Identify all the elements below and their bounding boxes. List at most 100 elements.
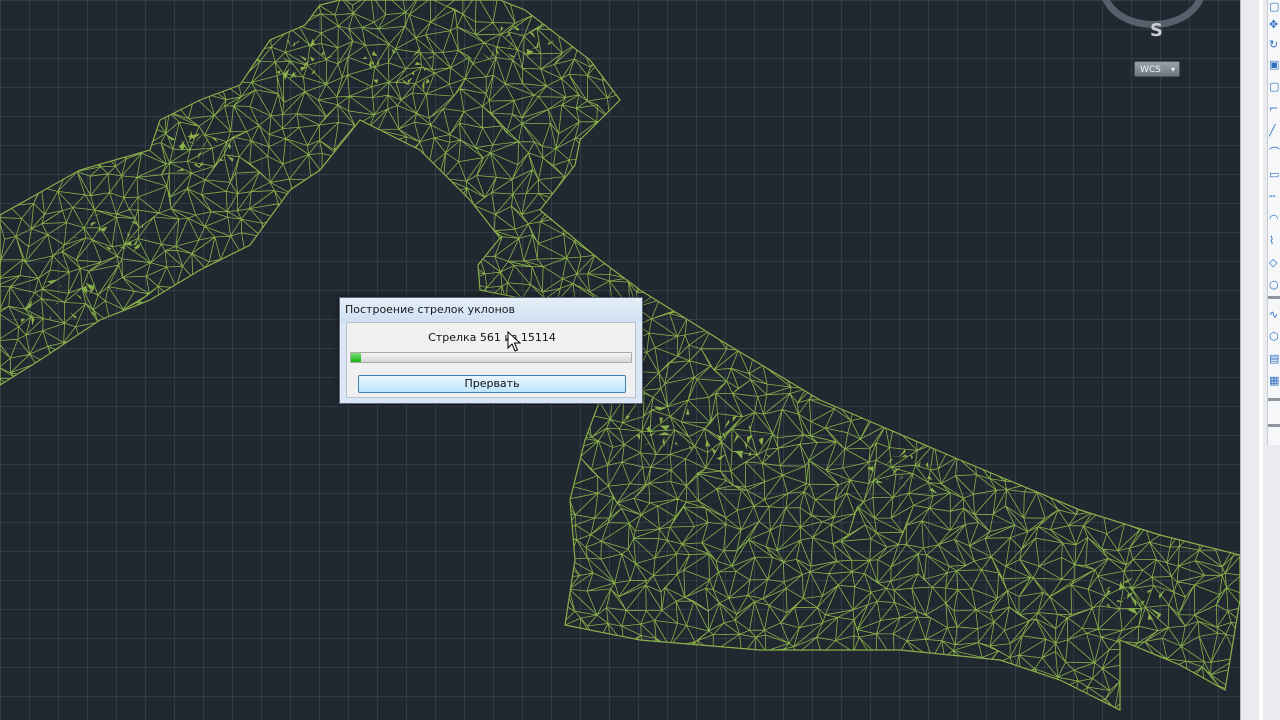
mesh-dense-cluster	[724, 419, 730, 429]
mesh-dense-cluster	[1105, 604, 1111, 609]
mesh-dense-cluster	[658, 431, 672, 436]
polygon-icon[interactable]: ╌	[1269, 190, 1280, 204]
dimension-icon[interactable]: ▭	[1269, 168, 1280, 182]
mesh-dense-cluster	[748, 440, 750, 446]
mesh-dense-cluster	[685, 438, 692, 448]
mesh-dense-cluster	[866, 466, 874, 472]
rectangle-icon[interactable]: ╱	[1269, 124, 1280, 138]
chevron-down-icon: ▾	[1170, 65, 1175, 74]
mesh-dense-cluster	[659, 425, 671, 431]
mesh-dense-cluster	[876, 479, 884, 483]
mesh-dense-cluster	[165, 133, 176, 141]
mesh-dense-cluster	[705, 439, 711, 447]
abort-button[interactable]: Прервать	[358, 375, 626, 393]
mesh-dense-cluster	[674, 441, 678, 446]
mesh-dense-cluster	[298, 55, 307, 62]
progress-status-text: Стрелка 561 из 15114	[428, 331, 556, 344]
toolbar-separator	[1268, 424, 1280, 427]
dialog-title: Построение стрелок уклонов	[345, 303, 515, 316]
mesh-dense-cluster	[30, 312, 35, 326]
mesh-dense-cluster	[1157, 613, 1162, 620]
mesh-dense-cluster	[75, 293, 82, 300]
line-icon[interactable]: ▢	[1269, 80, 1280, 94]
mouse-cursor-icon	[507, 331, 521, 352]
mesh-dense-cluster	[46, 279, 59, 284]
mesh-dense-cluster	[291, 41, 296, 47]
mesh-dense-cluster	[426, 55, 434, 59]
mesh-dense-cluster	[1149, 607, 1162, 614]
circle-icon[interactable]: ◠	[1269, 212, 1280, 226]
mesh-dense-cluster	[310, 69, 316, 75]
mesh-dense-cluster	[362, 56, 368, 59]
mesh-dense-cluster	[899, 470, 906, 479]
progress-bar	[350, 352, 632, 363]
polyline-icon[interactable]: ⌐	[1269, 102, 1280, 116]
mesh-dense-cluster	[885, 477, 890, 481]
right-toolbar: ▢ ✥ ↻ ▣ ▢ ⌐ ╱ ⌒ ▭ ╌ ◠ ⌇ ◇ ○ ∿ ⬡ ▤ ▦	[1240, 0, 1280, 720]
mesh-dense-cluster	[746, 435, 753, 444]
orbit-icon[interactable]: ✥	[1269, 18, 1280, 32]
mesh-dense-cluster	[685, 407, 690, 415]
mesh-dense-cluster	[530, 46, 541, 50]
pan-icon[interactable]: ▢	[1269, 0, 1280, 14]
mesh-dense-cluster	[59, 283, 61, 288]
wcs-dropdown-button[interactable]: WCS ▾	[1134, 61, 1180, 77]
text-icon[interactable]: ▤	[1269, 352, 1280, 366]
mesh-dense-cluster	[526, 48, 534, 56]
mesh-dense-cluster	[311, 61, 319, 71]
mesh-dense-cluster	[21, 318, 26, 323]
mesh-dense-cluster	[1116, 599, 1125, 603]
mesh-dense-cluster	[90, 221, 97, 227]
mesh-dense-cluster	[711, 447, 717, 455]
mesh-dense-cluster	[508, 38, 515, 50]
mesh-dense-cluster	[910, 453, 913, 460]
mesh-dense-cluster	[657, 441, 664, 451]
hatch-icon[interactable]: ◇	[1269, 256, 1280, 270]
arc-icon[interactable]: ⌒	[1269, 146, 1280, 160]
mesh-dense-cluster	[73, 236, 79, 239]
zoom-extents-icon[interactable]: ▣	[1269, 58, 1280, 72]
mesh-dense-cluster	[218, 158, 225, 162]
mesh-dense-cluster	[1123, 597, 1126, 600]
mesh-dense-cluster	[425, 78, 430, 85]
progress-dialog: Построение стрелок уклонов Стрелка 561 и…	[339, 297, 643, 404]
mesh-dense-cluster	[200, 137, 210, 150]
mesh-dense-cluster	[176, 168, 184, 172]
mesh-dense-cluster	[732, 415, 738, 422]
mesh-dense-cluster	[321, 50, 325, 56]
mesh-dense-cluster	[292, 40, 300, 46]
mesh-dense-cluster	[309, 38, 316, 47]
mesh-dense-cluster	[373, 79, 379, 84]
mesh-dense-cluster	[732, 432, 739, 444]
copy-icon[interactable]: ∿	[1269, 308, 1280, 322]
mesh-dense-cluster	[371, 50, 378, 57]
mesh-dense-cluster	[422, 78, 425, 92]
layer-icon[interactable]: ○	[1269, 278, 1280, 292]
mesh-dense-cluster	[309, 56, 315, 62]
spline-icon[interactable]: ⌇	[1269, 234, 1280, 248]
mesh-dense-cluster	[1140, 588, 1146, 595]
toolbar-divider-strip	[1259, 0, 1263, 720]
mesh-dense-cluster	[188, 141, 196, 144]
dialog-body: Стрелка 561 из 15114 Прервать	[346, 322, 636, 398]
mesh-dense-cluster	[647, 424, 652, 430]
mesh-dense-cluster	[716, 453, 727, 460]
compass-south-label[interactable]: S	[1150, 20, 1163, 41]
dialog-titlebar[interactable]: Построение стрелок уклонов	[340, 298, 642, 322]
mesh-dense-cluster	[653, 405, 666, 411]
progress-bar-fill	[351, 353, 361, 362]
toolbar-separator	[1268, 398, 1280, 401]
wcs-label: WCS	[1140, 65, 1161, 75]
block-icon[interactable]: ▦	[1269, 374, 1280, 388]
mesh-dense-cluster	[511, 24, 520, 31]
move-icon[interactable]: ⬡	[1269, 330, 1280, 344]
mesh-dense-cluster	[528, 31, 536, 39]
mesh-dense-cluster	[141, 223, 144, 229]
mesh-dense-cluster	[287, 38, 291, 47]
mesh-dense-cluster	[925, 461, 929, 469]
mesh-dense-cluster	[54, 302, 58, 306]
mesh-dense-cluster	[717, 434, 723, 441]
mesh-dense-cluster	[545, 17, 553, 27]
zoom-window-icon[interactable]: ↻	[1269, 38, 1280, 52]
mesh-dense-cluster	[49, 315, 52, 320]
